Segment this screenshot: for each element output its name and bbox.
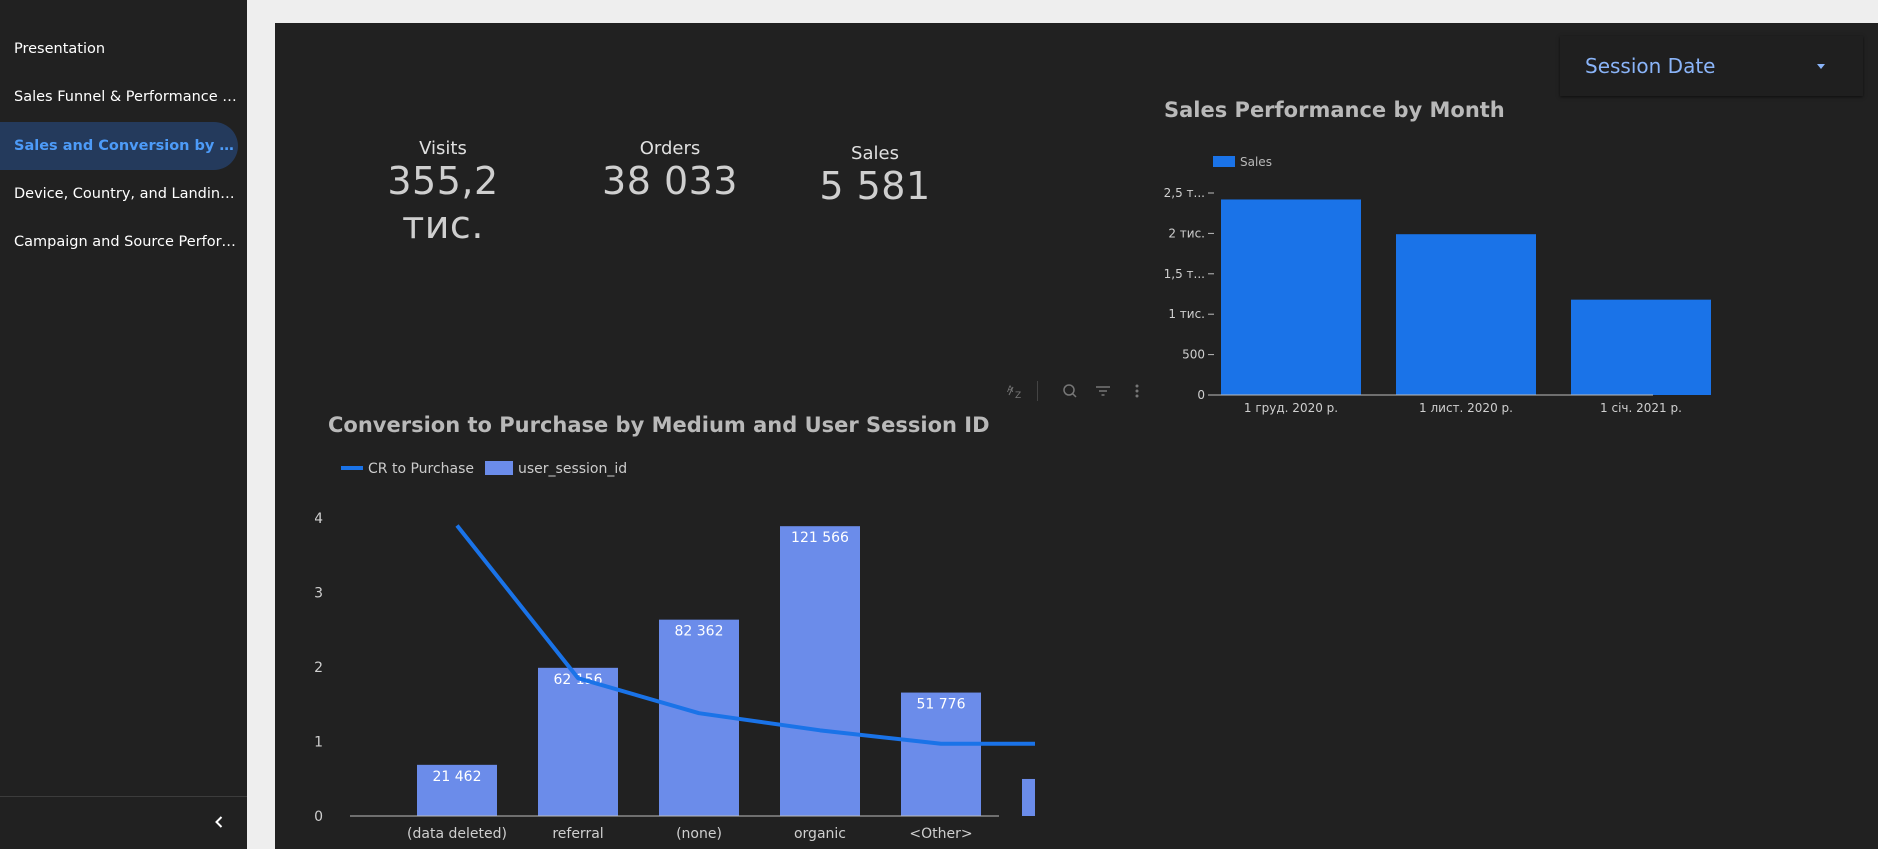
report-canvas: Session Date Visits 355,2 тис. Orders 38… — [275, 23, 1878, 849]
legend-label-cr: CR to Purchase — [368, 461, 474, 477]
y-tick-label: 1 — [315, 735, 323, 751]
y-tick-label: 0 — [315, 809, 323, 825]
monthly-sales-chart: Sales 0 500 1 тис. 1,5 т... 2 тис. 2,5 т... 1… — [1164, 155, 1711, 415]
legend-label-sessions: user_session_id — [518, 461, 627, 477]
bar-sales — [1571, 299, 1711, 395]
legend-swatch-sessions — [485, 461, 513, 475]
x-tick-label: 1 січ. 2021 р. — [1600, 401, 1682, 415]
more-vert-icon[interactable] — [1127, 381, 1147, 401]
y-tick-label: 3 — [315, 586, 323, 602]
medium-conversion-chart: CR to Purchase user_session_id 0 1 2 3 4 21 … — [315, 461, 1035, 842]
zoom-icon[interactable] — [1060, 381, 1080, 401]
y-tick-label: 1,5 т... — [1164, 267, 1205, 281]
kpi-orders-value: 38 033 — [602, 159, 738, 203]
legend-label-sales: Sales — [1240, 155, 1272, 169]
y-tick-label: 1 тис. — [1168, 307, 1205, 321]
x-tick-label: 1 груд. 2020 р. — [1244, 401, 1338, 415]
session-date-control[interactable]: Session Date — [1560, 36, 1863, 96]
bar-sales — [1221, 199, 1361, 395]
kpi-orders-label: Orders — [639, 138, 701, 159]
caret-down-icon — [1817, 64, 1825, 69]
kpi-visits: Visits 355,2 тис. — [343, 138, 543, 247]
nav-item-device-country[interactable]: Device, Country, and Landing Page — [0, 170, 238, 218]
nav-item-sales-conversion[interactable]: Sales and Conversion by Medium — [0, 122, 238, 170]
data-label: 121 566 — [791, 530, 849, 546]
y-tick-label: 0 — [1197, 388, 1205, 402]
y-tick-label: 4 — [315, 511, 323, 527]
y-tick-label: 2,5 т... — [1164, 186, 1205, 200]
sidebar-nav: Presentation Sales Funnel & Performance … — [0, 0, 247, 849]
filter-icon[interactable] — [1093, 381, 1113, 401]
kpi-orders: Orders 38 033 — [595, 138, 745, 203]
kpi-visits-value: 355,2 тис. — [387, 159, 499, 247]
y-tick-label: 2 — [315, 660, 323, 676]
x-tick-label: 1 лист. 2020 р. — [1419, 401, 1513, 415]
toolbar-separator — [1037, 381, 1038, 401]
bar-user-session-id — [1022, 778, 1035, 816]
data-label: 21 462 — [433, 769, 482, 785]
svg-text:Z: Z — [1015, 391, 1021, 401]
sidebar-divider — [0, 796, 247, 797]
y-tick-label: 2 тис. — [1168, 226, 1205, 240]
nav-item-presentation[interactable]: Presentation — [0, 25, 238, 73]
bar-user-session-id — [780, 526, 860, 816]
bar-sales — [1396, 234, 1536, 395]
kpi-visits-label: Visits — [419, 138, 467, 159]
collapse-sidebar-button[interactable] — [207, 810, 231, 834]
kpi-sales-value: 5 581 — [819, 164, 931, 208]
x-tick-label: <Other> — [909, 826, 972, 842]
x-tick-label: (data deleted) — [407, 826, 507, 842]
chevron-left-icon — [215, 816, 223, 828]
svg-text:A: A — [1007, 385, 1014, 395]
x-tick-label: referral — [552, 826, 603, 842]
nav-item-sales-funnel[interactable]: Sales Funnel & Performance Overview — [0, 73, 238, 121]
kpi-sales-label: Sales — [851, 143, 899, 164]
legend-swatch-sales — [1213, 156, 1235, 167]
sort-icon[interactable]: A Z — [1005, 381, 1025, 401]
monthly-chart-title: Sales Performance by Month — [1164, 98, 1505, 122]
data-label: 82 362 — [675, 624, 724, 640]
x-tick-label: organic — [794, 826, 846, 842]
bar-user-session-id — [538, 667, 618, 816]
nav-item-campaign-source[interactable]: Campaign and Source Performance — [0, 218, 238, 266]
y-tick-label: 500 — [1182, 348, 1205, 362]
data-label: 51 776 — [917, 697, 966, 713]
kpi-sales: Sales 5 581 — [805, 143, 945, 208]
medium-chart-title: Conversion to Purchase by Medium and Use… — [328, 413, 990, 437]
x-tick-label: (none) — [676, 826, 722, 842]
session-date-label: Session Date — [1585, 54, 1716, 78]
